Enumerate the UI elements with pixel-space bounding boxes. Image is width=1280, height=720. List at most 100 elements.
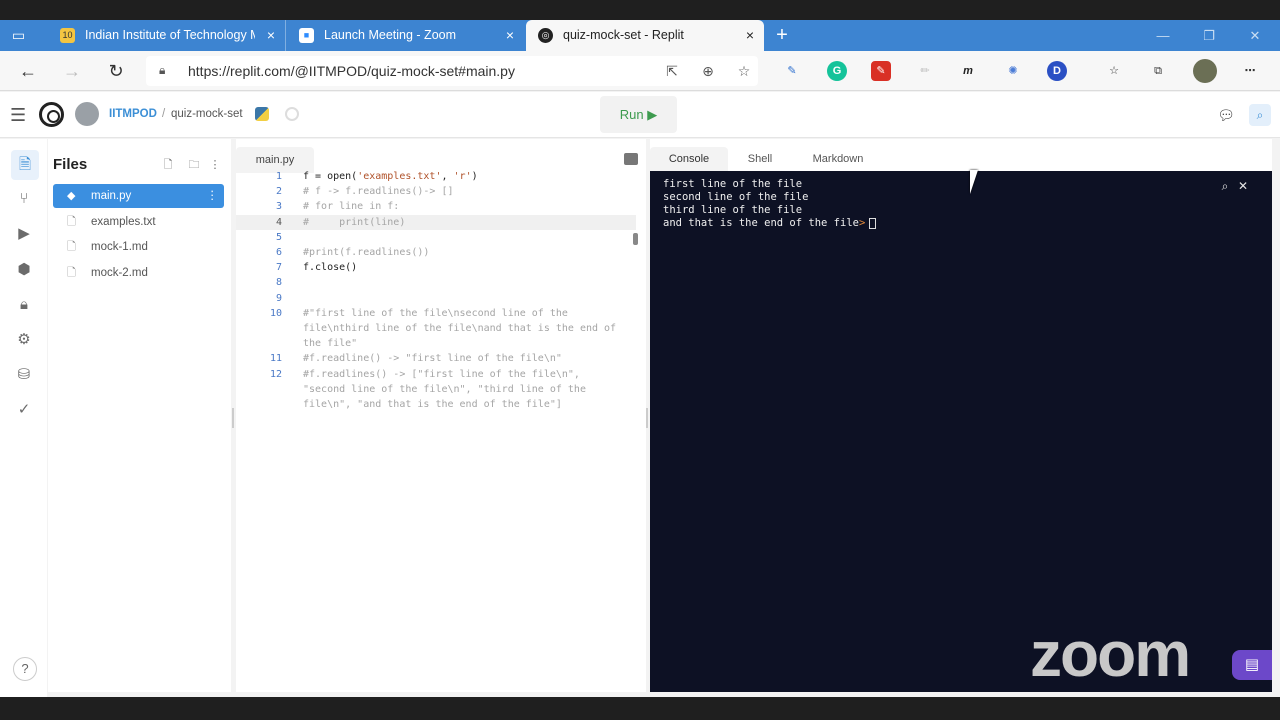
screen: ▭ 10 Indian Institute of Technology M × … [0, 0, 1280, 720]
code-token: # print(line) [303, 216, 406, 228]
extension-pencil-icon[interactable]: ✏ [915, 61, 935, 81]
file-options-icon[interactable]: ⋮ [207, 184, 219, 208]
extension-m-icon[interactable]: m [958, 61, 978, 81]
file-main-py[interactable]: ◆ main.py ⋮ [53, 184, 224, 208]
grammarly-icon[interactable]: G [827, 61, 847, 81]
extension-pen-icon[interactable]: ✎ [782, 61, 802, 81]
console-output-line: second line of the file [663, 191, 809, 203]
line-number: 3 [275, 201, 282, 213]
forward-arrow-icon[interactable]: → [60, 59, 84, 83]
add-favorite-icon[interactable]: ☆ [734, 61, 754, 81]
packages-icon[interactable]: ⬢ [12, 258, 36, 282]
mouse-cursor-icon [970, 170, 978, 194]
tab-replit[interactable]: ◎ quiz-mock-set - Replit × [526, 20, 764, 51]
left-sidebar-rail: 🗎︎ ⑂ ▶ ⬢ 🔒︎ ⚙ ⛁ ✓ ? [0, 139, 47, 697]
breadcrumb-repl-name[interactable]: quiz-mock-set [171, 108, 243, 120]
collections-icon[interactable]: ⧉ [1148, 61, 1168, 81]
lock-icon: 🔒︎ [159, 63, 166, 77]
editor-scrollbar[interactable] [633, 233, 638, 245]
new-tab-button[interactable]: + [772, 20, 792, 51]
secrets-lock-icon[interactable]: 🔒︎ [12, 293, 36, 317]
profile-avatar[interactable] [1193, 59, 1217, 83]
panel-resize-handle[interactable] [232, 408, 234, 428]
files-icon[interactable]: 🗎︎ [11, 150, 39, 180]
extension-swirl-icon[interactable]: ✺ [1003, 61, 1023, 81]
code-line: f.close() [303, 262, 357, 273]
new-file-icon[interactable]: 🗋︎ [160, 157, 176, 173]
code-token: , [441, 171, 454, 182]
console-clear-icon[interactable]: ✕ [1236, 179, 1250, 193]
text-file-icon: 🗋︎ [67, 267, 76, 279]
url-text[interactable]: https://replit.com/@IITMPOD/quiz-mock-se… [188, 56, 515, 86]
tab-console[interactable]: Console [650, 147, 728, 171]
status-icon [285, 107, 299, 121]
current-line-highlight [236, 215, 636, 230]
console-output-line: third line of the file [663, 204, 803, 216]
more-menu-icon[interactable]: ⋯ [1240, 61, 1260, 81]
window-menu-icon[interactable]: ▭ [10, 27, 27, 44]
console[interactable]: first line of the file second line of th… [650, 171, 1272, 692]
file-name: mock-1.md [91, 241, 148, 253]
settings-gear-icon[interactable]: ⚙ [12, 328, 36, 352]
browser-tab-bar: ▭ 10 Indian Institute of Technology M × … [0, 20, 1280, 51]
close-window-button[interactable]: ✕ [1232, 20, 1278, 51]
search-icon[interactable]: ⌕ [1249, 104, 1271, 126]
text-file-icon: 🗋︎ [67, 241, 76, 253]
address-bar[interactable]: 🔒︎ https://replit.com/@IITMPOD/quiz-mock… [146, 56, 758, 86]
version-control-icon[interactable]: ⑂ [12, 187, 36, 211]
reload-icon[interactable]: ↻ [104, 59, 128, 83]
user-avatar[interactable] [75, 102, 99, 126]
database-icon[interactable]: ⛁ [12, 363, 36, 387]
code-line: the file" [303, 338, 357, 349]
code-token: "second line of the file\n", "third line… [303, 383, 586, 395]
line-number: 6 [275, 247, 282, 258]
line-number: 4 [275, 216, 282, 228]
panel-resize-handle[interactable] [646, 408, 648, 428]
zoom-chat-icon[interactable]: ▤ [1232, 650, 1272, 680]
extension-red-icon[interactable]: ✎ [871, 61, 891, 81]
code-token: the file" [303, 338, 358, 350]
output-panel: Console Shell Markdown first line of the… [650, 139, 1272, 692]
run-button[interactable]: Run ▶ [600, 96, 677, 133]
tab-title: Indian Institute of Technology M [85, 28, 255, 42]
zoom-watermark-logo: zoom [1030, 618, 1191, 690]
file-mock-2-md[interactable]: 🗋︎ mock-2.md [53, 261, 224, 285]
code-token: 'r' [453, 171, 472, 182]
debugger-icon[interactable]: ▶ [12, 222, 36, 246]
favorites-icon[interactable]: ☆ [1104, 61, 1124, 81]
checkmark-icon[interactable]: ✓ [12, 398, 36, 422]
tab-iit[interactable]: 10 Indian Institute of Technology M × [48, 20, 286, 51]
tab-markdown[interactable]: Markdown [802, 147, 874, 171]
close-tab-icon[interactable]: × [267, 20, 275, 51]
tab-zoom[interactable]: ■ Launch Meeting - Zoom × [287, 20, 524, 51]
code-area[interactable]: 1 f = open('examples.txt', 'r') 2 # f -> f.… [236, 170, 638, 690]
breadcrumb-user[interactable]: IITMPOD [109, 108, 157, 120]
file-mock-1-md[interactable]: 🗋︎ mock-1.md [53, 235, 224, 259]
chat-icon[interactable]: 💬︎ [1216, 105, 1236, 125]
extension-d-icon[interactable]: D [1047, 61, 1067, 81]
code-line: f = open('examples.txt', 'r') [303, 171, 478, 182]
help-icon[interactable]: ? [13, 657, 37, 681]
close-tab-icon[interactable]: × [746, 20, 754, 51]
hamburger-menu-icon[interactable]: ☰ [10, 106, 28, 124]
python-language-icon[interactable] [255, 107, 269, 121]
restore-button[interactable]: ❐ [1186, 20, 1232, 51]
tab-shell[interactable]: Shell [736, 147, 784, 171]
code-token: #"first line of the file\nsecond line of… [303, 307, 568, 319]
replit-logo-icon[interactable] [39, 102, 64, 127]
minimize-button[interactable]: — [1140, 20, 1186, 51]
code-token: f.close() [303, 262, 358, 274]
editor-menu-icon[interactable] [624, 153, 638, 165]
console-prompt-line[interactable]: and that is the end of the file> [663, 217, 877, 229]
files-more-icon[interactable]: ⋮ [207, 157, 223, 173]
zoom-in-icon[interactable]: ⊕ [698, 61, 718, 81]
back-arrow-icon[interactable]: ← [16, 59, 40, 83]
new-folder-icon[interactable]: 🗀︎ [186, 157, 202, 173]
open-external-icon[interactable]: ⇱ [662, 61, 682, 81]
close-tab-icon[interactable]: × [506, 20, 514, 51]
code-token: #f.readlines() -> ["first line of the fi… [303, 368, 580, 380]
code-token: 'examples.txt' [357, 171, 442, 182]
console-search-icon[interactable]: ⌕ [1218, 179, 1232, 193]
line-number: 5 [275, 231, 282, 243]
file-examples-txt[interactable]: 🗋︎ examples.txt [53, 210, 224, 234]
